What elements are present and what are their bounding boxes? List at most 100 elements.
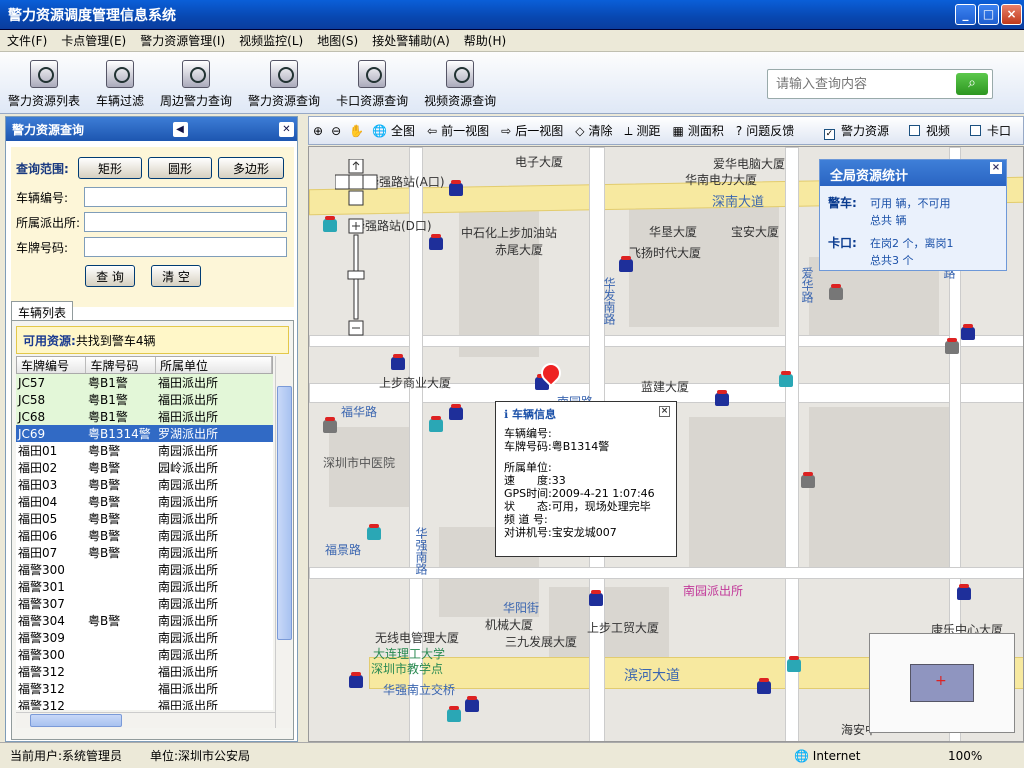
hscroll-thumb[interactable] bbox=[30, 714, 122, 727]
next-view-button[interactable]: ⇨ 后一视图 bbox=[497, 122, 571, 139]
menu-police-resources[interactable]: 警力资源管理(I) bbox=[133, 32, 232, 49]
rect-scope-button[interactable]: 矩形 bbox=[78, 157, 142, 179]
police-car-icon[interactable] bbox=[367, 524, 381, 540]
maximize-button[interactable]: □ bbox=[978, 4, 999, 25]
police-car-icon[interactable] bbox=[447, 706, 461, 722]
zoom-in-icon[interactable]: ⊕ bbox=[309, 124, 327, 138]
video-query-button[interactable]: 视频资源查询 bbox=[416, 52, 504, 113]
police-car-icon[interactable] bbox=[429, 416, 443, 432]
station-input[interactable] bbox=[84, 212, 287, 232]
nearby-police-button[interactable]: 周边警力查询 bbox=[152, 52, 240, 113]
police-car-icon[interactable] bbox=[961, 324, 975, 340]
measure-distance-button[interactable]: ⟂ 测距 bbox=[620, 122, 668, 139]
table-row[interactable]: 福警301 南园派出所 bbox=[16, 578, 273, 595]
search-icon[interactable]: ⌕ bbox=[956, 73, 988, 95]
table-row[interactable]: 福田07 粤B警 南园派出所 bbox=[16, 544, 273, 561]
collapse-icon[interactable]: ◀ bbox=[172, 121, 188, 137]
scroll-thumb[interactable] bbox=[277, 386, 292, 640]
menu-help[interactable]: 帮助(H) bbox=[457, 32, 513, 49]
panel-splitter[interactable] bbox=[300, 116, 306, 742]
clear-button[interactable]: 清 空 bbox=[151, 265, 201, 287]
menu-map[interactable]: 地图(S) bbox=[310, 32, 365, 49]
police-car-icon[interactable] bbox=[589, 590, 603, 606]
police-car-icon[interactable] bbox=[429, 234, 443, 250]
table-row[interactable]: 福警307 南园派出所 bbox=[16, 595, 273, 612]
menu-checkpoint[interactable]: 卡点管理(E) bbox=[54, 32, 133, 49]
police-car-icon[interactable] bbox=[391, 354, 405, 370]
table-row[interactable]: 福田04 粤B警 南园派出所 bbox=[16, 493, 273, 510]
full-extent-button[interactable]: 🌐 全图 bbox=[368, 122, 423, 139]
menu-dispatch[interactable]: 接处警辅助(A) bbox=[365, 32, 457, 49]
police-car-icon[interactable] bbox=[779, 371, 793, 387]
measure-area-button[interactable]: ▦ 测面积 bbox=[668, 122, 731, 139]
vehicle-id-input[interactable] bbox=[84, 187, 287, 207]
close-icon[interactable]: ✕ bbox=[278, 121, 294, 137]
table-row[interactable]: 福警300 南园派出所 bbox=[16, 646, 273, 663]
table-row[interactable]: JC58 粤B1警 福田派出所 bbox=[16, 391, 273, 408]
col-unit[interactable]: 所属单位 bbox=[156, 357, 273, 373]
menu-video[interactable]: 视频监控(L) bbox=[232, 32, 310, 49]
police-car-icon[interactable] bbox=[465, 696, 479, 712]
col-vehicle-id[interactable]: 车牌编号 bbox=[17, 357, 87, 373]
query-button[interactable]: 查 询 bbox=[85, 265, 135, 287]
circle-scope-button[interactable]: 圆形 bbox=[148, 157, 212, 179]
table-row[interactable]: 福警312 福田派出所 bbox=[16, 680, 273, 697]
police-car-icon[interactable] bbox=[829, 284, 843, 300]
plate-input[interactable] bbox=[84, 237, 287, 257]
police-car-icon[interactable] bbox=[619, 256, 633, 272]
table-row[interactable]: 福田05 粤B警 南园派出所 bbox=[16, 510, 273, 527]
police-car-icon[interactable] bbox=[349, 672, 363, 688]
vertical-scrollbar[interactable] bbox=[275, 356, 292, 728]
table-row[interactable]: 福田03 粤B警 南园派出所 bbox=[16, 476, 273, 493]
police-car-icon[interactable] bbox=[715, 390, 729, 406]
minimize-button[interactable]: _ bbox=[955, 4, 976, 25]
table-row[interactable]: JC57 粤B1警 福田派出所 bbox=[16, 374, 273, 391]
status-zoom[interactable]: 100% bbox=[934, 749, 1024, 763]
map-view[interactable]: 深南大道 滨河大道 福华路 华发南路 华强南路 爱华路 松岭路 福景路 华阳街 … bbox=[308, 146, 1024, 742]
police-car-icon[interactable] bbox=[945, 338, 959, 354]
menu-file[interactable]: 文件(F) bbox=[0, 32, 54, 49]
checkpoint-query-button[interactable]: 卡口资源查询 bbox=[328, 52, 416, 113]
police-car-icon[interactable] bbox=[449, 180, 463, 196]
table-row[interactable]: JC69 粤B1314警 罗湖派出所 bbox=[16, 425, 273, 442]
table-row[interactable]: 福田02 粤B警 园岭派出所 bbox=[16, 459, 273, 476]
feedback-button[interactable]: ? 问题反馈 bbox=[732, 122, 802, 139]
police-list-button[interactable]: 警力资源列表 bbox=[0, 52, 88, 113]
polygon-scope-button[interactable]: 多边形 bbox=[218, 157, 284, 179]
checkbox-police[interactable]: ✓ bbox=[823, 128, 835, 140]
popup-close-icon[interactable]: × bbox=[659, 406, 670, 417]
vehicle-filter-button[interactable]: 车辆过滤 bbox=[88, 52, 152, 113]
search-input[interactable] bbox=[768, 70, 953, 98]
stats-close-icon[interactable]: × bbox=[990, 162, 1002, 174]
prev-view-button[interactable]: ⇦ 前一视图 bbox=[423, 122, 497, 139]
police-car-icon[interactable] bbox=[449, 404, 463, 420]
table-row[interactable]: 福警312 福田派出所 bbox=[16, 697, 273, 710]
close-button[interactable]: × bbox=[1001, 4, 1022, 25]
zoom-control[interactable] bbox=[335, 159, 379, 349]
horizontal-scrollbar[interactable] bbox=[16, 712, 275, 728]
police-car-icon[interactable] bbox=[957, 584, 971, 600]
checkbox-checkpoint[interactable] bbox=[969, 124, 981, 136]
table-row[interactable]: 福警304 粤B警 南园派出所 bbox=[16, 612, 273, 629]
table-row[interactable]: 福警309 南园派出所 bbox=[16, 629, 273, 646]
col-plate[interactable]: 车牌号码 bbox=[86, 357, 156, 373]
checkbox-video[interactable] bbox=[908, 124, 920, 136]
layer-video[interactable]: 视频 bbox=[905, 122, 958, 140]
minimap-viewport[interactable]: + bbox=[910, 664, 974, 702]
police-car-icon[interactable] bbox=[757, 678, 771, 694]
pan-hand-icon[interactable]: ✋ bbox=[345, 124, 368, 138]
table-row[interactable]: 福田06 粤B警 南园派出所 bbox=[16, 527, 273, 544]
layer-police[interactable]: ✓ 警力资源 bbox=[820, 122, 897, 140]
overview-minimap[interactable]: + bbox=[869, 633, 1015, 733]
clear-map-button[interactable]: ◇ 清除 bbox=[571, 122, 620, 139]
police-car-icon[interactable] bbox=[801, 472, 815, 488]
table-row[interactable]: 福警312 福田派出所 bbox=[16, 663, 273, 680]
layer-checkpoint[interactable]: 卡口 bbox=[966, 122, 1019, 140]
table-row[interactable]: JC68 粤B1警 福田派出所 bbox=[16, 408, 273, 425]
police-query-button[interactable]: 警力资源查询 bbox=[240, 52, 328, 113]
police-car-icon[interactable] bbox=[787, 656, 801, 672]
zoom-out-icon[interactable]: ⊖ bbox=[327, 124, 345, 138]
table-row[interactable]: 福警300 南园派出所 bbox=[16, 561, 273, 578]
police-car-icon[interactable] bbox=[323, 417, 337, 433]
tab-vehicle-list[interactable]: 车辆列表 bbox=[11, 301, 74, 321]
